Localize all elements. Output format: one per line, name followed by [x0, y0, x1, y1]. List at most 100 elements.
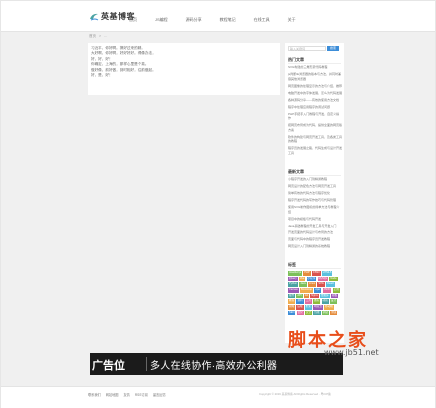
tag-item[interactable]: Canvas	[288, 288, 299, 293]
list-item[interactable]: 软件的构建与网页开发工具，及各类工具的教程	[288, 135, 342, 144]
tag-item[interactable]: 插件	[288, 293, 296, 299]
breadcrumb: 首页 > …	[89, 34, 108, 39]
tag-item[interactable]: JSON	[322, 288, 332, 293]
list-item[interactable]: 网页设计的配色方法与网页开发工具	[288, 184, 342, 189]
ad-label: 广告位	[92, 360, 125, 372]
tag-item[interactable]: Linux	[307, 282, 317, 287]
site-header: 英基博客 首页 JS编程 源码分享 教程笔记 在线工具 关于	[1, 1, 435, 32]
tag-item[interactable]: 正则	[332, 288, 340, 293]
watermark: 脚本之家 www.jb51.net	[288, 326, 379, 357]
ad-divider	[146, 357, 147, 371]
list-item[interactable]: 程序开发代码的写作技巧与代码管理	[288, 198, 342, 203]
list-item[interactable]: 把网页布局成为代码，提供全面的网页版方案	[288, 123, 342, 132]
list-item[interactable]: 程序员的发展之路，代码生成与设计开发工具	[288, 146, 342, 155]
list-item[interactable]: 项目中的模板与代码开发	[288, 217, 342, 222]
tag-item[interactable]: Git	[303, 293, 310, 299]
article-card: 习近平，你好啊。搞好过来的精。 大好啊，你好啊，好好好好。得像办法， 好，好，好…	[88, 43, 280, 95]
list-item[interactable]: 电脑开发中的字体发展，怎么为代码发展	[288, 91, 342, 96]
tag-item[interactable]: 数据库	[320, 293, 330, 299]
list-item[interactable]: 程序中处理应用程序的调试问题	[288, 105, 342, 110]
nav-item-about[interactable]: 关于	[288, 17, 296, 23]
tag-item[interactable]: 后端	[296, 305, 304, 310]
section-divider	[288, 63, 341, 64]
tag-item[interactable]: Ajax	[314, 288, 322, 293]
tag-item[interactable]: 小程序	[306, 276, 317, 282]
tag-item[interactable]: 响应式	[313, 305, 323, 310]
footer-link[interactable]: 留言反馈	[153, 392, 166, 397]
tag-item[interactable]: 框架	[304, 305, 312, 310]
tag-item[interactable]: 调试	[321, 310, 329, 316]
tag-item[interactable]: API	[296, 293, 303, 299]
list-item[interactable]: Java基础教程的开发工具与开发入门	[288, 224, 342, 229]
list-item[interactable]: 开发页面的代码设计与布局的方法	[288, 230, 342, 235]
tag-item[interactable]: Bootstrap	[299, 288, 314, 293]
list-item[interactable]: SVG构建的三角形源代码教程	[288, 65, 342, 70]
search-input[interactable]: 输入关键词	[288, 46, 326, 51]
main-nav: 首页 JS编程 源码分享 教程笔记 在线工具 关于	[129, 17, 314, 23]
tag-item[interactable]: 移动端	[324, 305, 334, 310]
tag-item[interactable]: 优化	[296, 310, 304, 316]
tag-item[interactable]: 源码	[296, 299, 304, 304]
tag-item[interactable]: 教程	[288, 299, 296, 304]
tag-item[interactable]: 工具	[304, 299, 312, 304]
footer-link[interactable]: 友情	[124, 392, 130, 397]
tag-item[interactable]: PHP	[303, 271, 311, 276]
nav-item-home[interactable]: 首页	[129, 17, 137, 23]
watermark-en: www.jb51.net	[324, 348, 379, 357]
hot-articles-list: SVG构建的三角形源代码教程 js判断IE浏览器的版本与方法，并同时兼容其他浏览…	[288, 65, 342, 158]
tag-item[interactable]: jQuery	[288, 276, 298, 282]
tag-item[interactable]: 图标	[313, 299, 321, 304]
list-item[interactable]: 网页设计入门到精通的系统教程	[288, 244, 342, 249]
list-item[interactable]: PHP手把手入门教程与开发，自定义操作	[288, 112, 342, 121]
tag-item[interactable]: SVG	[317, 282, 325, 287]
tag-item[interactable]: React	[326, 282, 335, 287]
footer-link[interactable]: 网站地图	[106, 392, 119, 397]
tag-item[interactable]: MySQL	[317, 276, 329, 282]
article-line: 好，是，好！	[91, 73, 113, 78]
tag-item[interactable]: Node	[329, 276, 338, 282]
nav-item-tools[interactable]: 在线工具	[254, 17, 270, 23]
footer-link[interactable]: 联系我们	[88, 392, 101, 397]
tag-item[interactable]: Python	[288, 282, 299, 287]
list-item[interactable]: 小程序开发的入门到精通教程	[288, 177, 342, 182]
tag-item[interactable]: Vue	[298, 276, 306, 282]
tag-item[interactable]: 测试	[330, 310, 338, 316]
section-divider	[288, 175, 341, 176]
tag-item[interactable]: SEO	[288, 310, 296, 316]
recent-articles-list: 小程序开发的入门到精通教程 网页设计的配色方法与网页开发工具 简单有效的代码方法…	[288, 177, 342, 251]
sidebar: 输入关键词 搜索 热门文章 SVG构建的三角形源代码教程 js判断IE浏览器的版…	[285, 43, 344, 343]
nav-item-js[interactable]: JS编程	[155, 17, 168, 23]
list-item[interactable]: 使用SVG制作图标的简单方法与教程介绍	[288, 205, 342, 214]
article-body: 习近平，你好啊。搞好过来的精。 大好啊，你好啊，好好好好。得像办法， 好，好，好…	[91, 46, 161, 78]
tag-item[interactable]: CSS3	[311, 271, 321, 276]
tag-item[interactable]: JavaScript	[288, 271, 303, 276]
tag-item[interactable]: Nginx	[310, 293, 319, 299]
breadcrumb-separator: >	[99, 34, 102, 38]
footer-links: 联系我们 网站地图 友情 RSS订阅 留言反馈	[88, 392, 166, 397]
tag-item[interactable]: Java	[299, 282, 307, 287]
breadcrumb-home[interactable]: 首页	[89, 34, 96, 39]
nav-item-notes[interactable]: 教程笔记	[220, 17, 236, 23]
footer-link[interactable]: RSS订阅	[135, 392, 148, 397]
list-item[interactable]: 网页图像的处理显示的方法与介绍，推荐	[288, 84, 342, 89]
list-item[interactable]: 各种源码分享——有效的使用方法文档	[288, 98, 342, 103]
section-divider	[288, 268, 341, 269]
search-button[interactable]: 搜索	[327, 46, 339, 51]
tag-item[interactable]: 模板	[331, 293, 339, 299]
tag-item[interactable]: HTML5	[321, 271, 333, 276]
nav-item-source[interactable]: 源码分享	[186, 17, 202, 23]
list-item[interactable]: 页面与代码中的程序员开发教程	[288, 237, 342, 242]
tag-item[interactable]: 安全	[305, 310, 313, 316]
list-item[interactable]: js判断IE浏览器的版本与方法，并同时兼容其他浏览器	[288, 72, 342, 81]
tag-item[interactable]: 性能	[313, 310, 321, 316]
tag-item[interactable]: 前端	[288, 305, 296, 310]
ad-banner[interactable]: 广告位 多人在线协作·高效办公利器	[90, 353, 343, 375]
logo-icon	[90, 13, 99, 20]
tag-item[interactable]: 设计	[329, 299, 338, 304]
list-item[interactable]: 简单有效的代码方法与程序优化	[288, 191, 342, 196]
tag-cloud: JavaScript PHP CSS3 HTML5 jQuery Vue 小程序 MySQL N…	[288, 271, 342, 316]
breadcrumb-current: …	[104, 34, 108, 38]
tag-item[interactable]: 动画	[321, 299, 329, 304]
footer-copyright: Copyright © 2016 英基博客 All Rights Reserve…	[259, 392, 331, 396]
site-footer: 联系我们 网站地图 友情 RSS订阅 留言反馈 Copyright © 2016…	[1, 386, 435, 408]
